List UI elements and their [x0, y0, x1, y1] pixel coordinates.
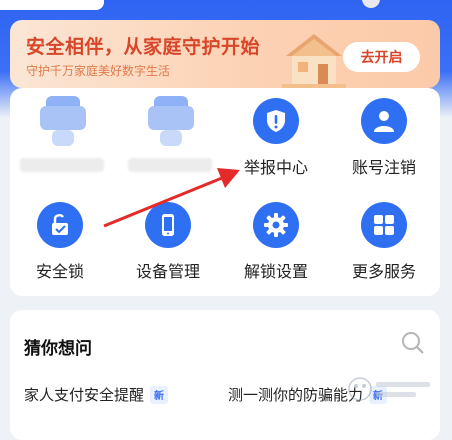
service-label	[128, 158, 212, 172]
shield-alert-icon	[253, 98, 299, 144]
service-label: 解锁设置	[243, 264, 308, 281]
banner-subtitle: 守护千万家庭美好数字生活	[26, 64, 171, 78]
watermark-logo-icon	[348, 377, 430, 401]
gear-icon	[253, 202, 299, 248]
blurred-icon	[148, 96, 194, 148]
lock-icon	[37, 202, 83, 248]
service-label	[20, 158, 104, 172]
service-grid: 举报中心 账号注销 安全锁 设备管理 解锁设置 更多服务	[10, 88, 440, 296]
person-icon	[361, 98, 407, 144]
guess-item-text: 家人支付安全提醒	[24, 387, 145, 404]
service-item-report-center[interactable]: 举报中心	[230, 88, 322, 184]
service-item-device-management[interactable]: 设备管理	[122, 192, 214, 288]
blurred-icon	[40, 96, 86, 148]
top-stub	[0, 0, 104, 10]
service-label: 账号注销	[351, 160, 416, 177]
service-item-blurred-2[interactable]	[122, 88, 214, 184]
guess-item[interactable]: 家人支付安全提醒 新	[24, 384, 169, 405]
service-label: 更多服务	[351, 264, 416, 281]
phone-icon	[145, 202, 191, 248]
guess-title: 猜你想问	[24, 339, 92, 358]
service-label: 举报中心	[243, 160, 308, 177]
service-item-unlock-settings[interactable]: 解锁设置	[230, 192, 322, 288]
house-illustration-icon	[282, 34, 346, 88]
new-badge: 新	[150, 385, 169, 404]
guess-item-text: 测一测你的防骗能力	[228, 387, 364, 404]
service-item-security-lock[interactable]: 安全锁	[14, 192, 106, 288]
search-icon[interactable]	[400, 330, 426, 356]
service-label: 安全锁	[35, 264, 84, 281]
family-guard-banner[interactable]: 安全相伴，从家庭守护开始 守护千万家庭美好数字生活 去开启	[10, 20, 440, 88]
service-item-account-cancel[interactable]: 账号注销	[338, 88, 430, 184]
banner-title: 安全相伴，从家庭守护开始	[26, 37, 261, 58]
banner-open-button[interactable]: 去开启	[343, 42, 420, 72]
grid-icon	[361, 202, 407, 248]
service-item-more-services[interactable]: 更多服务	[338, 192, 430, 288]
service-label: 设备管理	[135, 264, 200, 281]
service-item-blurred-1[interactable]	[14, 88, 106, 184]
